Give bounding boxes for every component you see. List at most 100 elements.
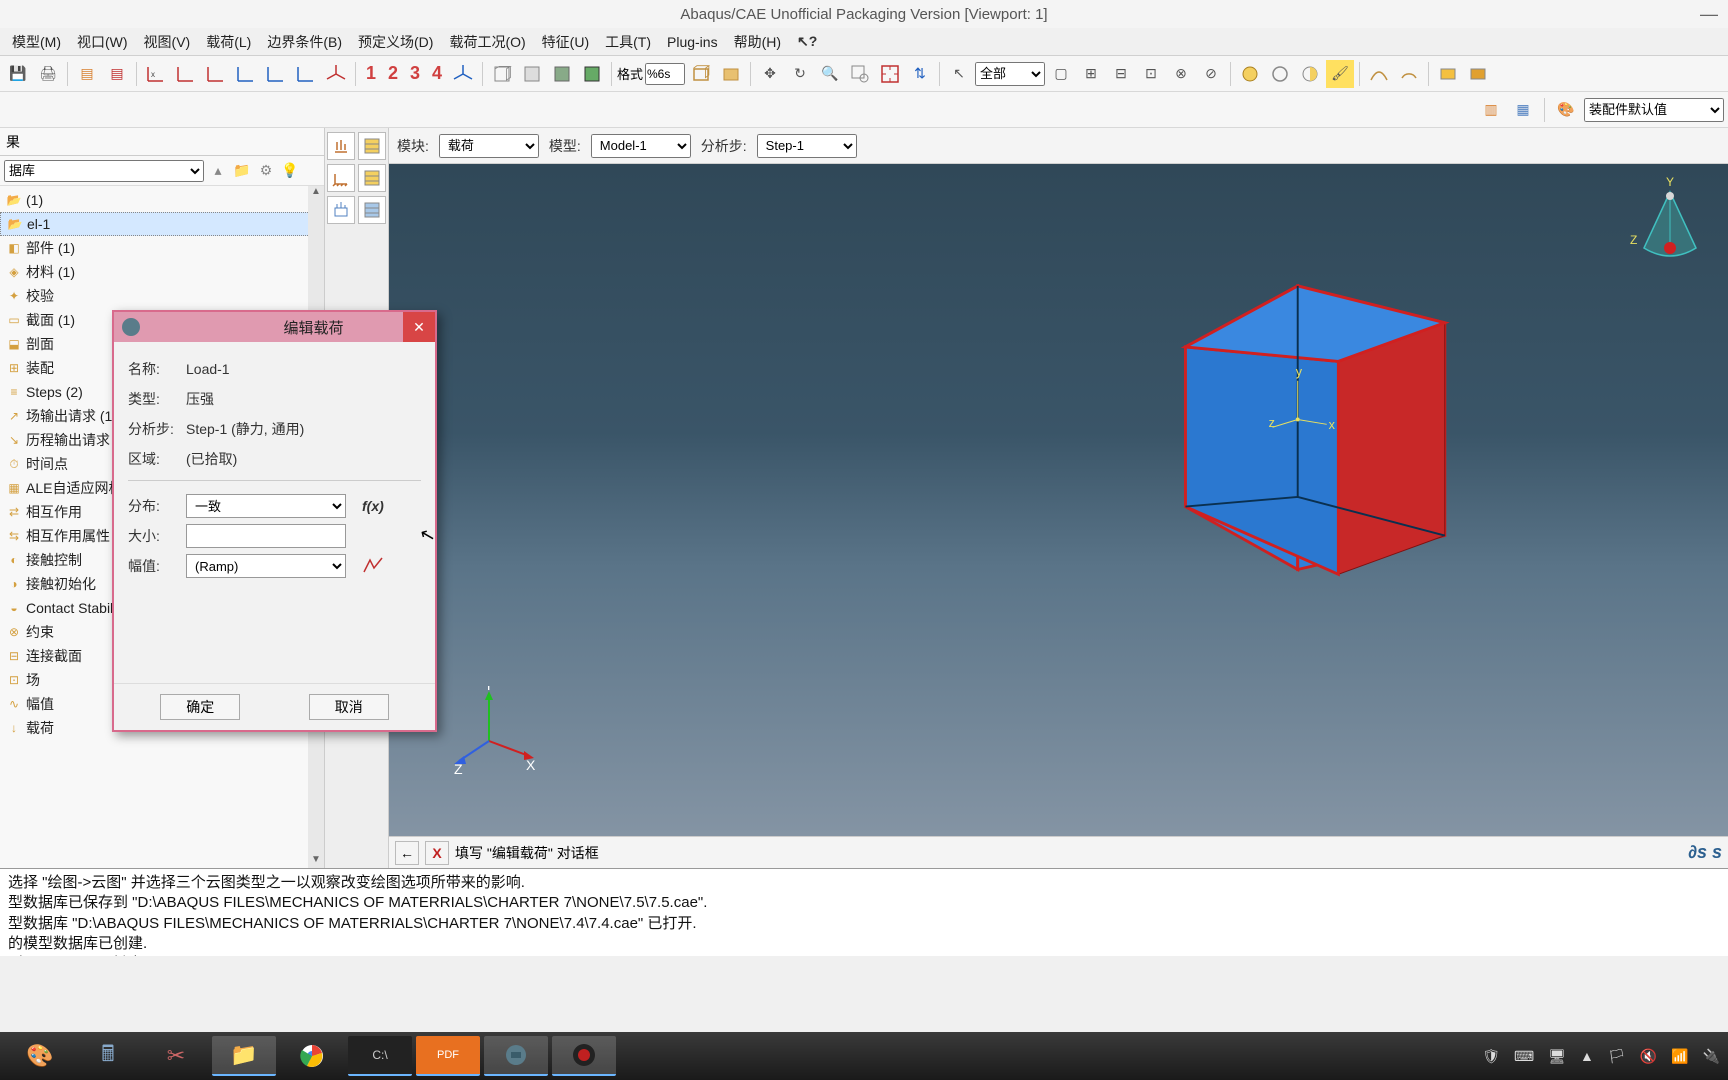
menu-loadcase[interactable]: 载荷工况(O) [441, 32, 533, 52]
shaded-icon[interactable] [548, 60, 576, 88]
dg-either-icon[interactable]: ⊘ [1197, 60, 1225, 88]
csys-3d-blue-icon[interactable] [449, 60, 477, 88]
menu-plugins[interactable]: Plug-ins [659, 34, 726, 50]
dialog-title-bar[interactable]: 编辑载荷 ✕ [114, 312, 435, 342]
minimize-icon[interactable]: — [1700, 4, 1718, 25]
tray-flag-icon[interactable]: 🏳 [1608, 1048, 1626, 1065]
dg-add-icon[interactable]: ⊞ [1077, 60, 1105, 88]
box-icon[interactable] [687, 60, 715, 88]
module-select[interactable]: 载荷 [439, 134, 539, 158]
view-select[interactable]: 全部 [975, 62, 1045, 86]
viewport[interactable]: y x z Y X Z Y Z [389, 164, 1728, 836]
vt-manager-icon[interactable] [358, 132, 386, 160]
prompt-cancel-icon[interactable]: X [425, 841, 449, 865]
color-combo[interactable]: 装配件默认值 [1584, 98, 1724, 122]
table-icon[interactable]: ▦ [1509, 96, 1537, 124]
cancel-button[interactable]: 取消 [309, 694, 389, 720]
folder-icon[interactable]: 📁 [232, 161, 252, 181]
rect-b-icon[interactable] [1464, 60, 1492, 88]
taskbar-record-icon[interactable] [552, 1036, 616, 1076]
shaded-edge-icon[interactable] [578, 60, 606, 88]
format-input[interactable] [645, 63, 685, 85]
pan-icon[interactable]: ✥ [756, 60, 784, 88]
view-3-button[interactable]: 3 [405, 63, 425, 84]
box-solid-icon[interactable] [717, 60, 745, 88]
prompt-back-icon[interactable]: ← [395, 841, 419, 865]
arc-icon[interactable] [1395, 60, 1423, 88]
csys-yz-icon[interactable] [202, 60, 230, 88]
menu-viewport[interactable]: 视口(W) [69, 32, 136, 52]
csys-xz2-icon[interactable] [262, 60, 290, 88]
layers-icon[interactable]: ▥ [1477, 96, 1505, 124]
resize-icon[interactable]: ⇅ [906, 60, 934, 88]
system-tray[interactable]: 🛡 ⌨ 🖥 ▲ 🏳 🔇 📶 🔌 [1482, 1048, 1720, 1065]
taskbar-pdf-icon[interactable]: PDF [416, 1036, 480, 1076]
display-group-icon[interactable]: ▢ [1047, 60, 1075, 88]
dg-intersect-icon[interactable]: ⊗ [1167, 60, 1195, 88]
step-select[interactable]: Step-1 [757, 134, 857, 158]
view-compass[interactable]: Y Z [1630, 176, 1710, 286]
rotate-icon[interactable]: ↻ [786, 60, 814, 88]
menu-model[interactable]: 模型(M) [4, 32, 69, 52]
tray-shield-icon[interactable]: 🛡 [1482, 1048, 1500, 1065]
palette-icon[interactable]: 🎨 [1552, 96, 1580, 124]
brush-icon[interactable]: 🖌 [1326, 60, 1354, 88]
rect-a-icon[interactable] [1434, 60, 1462, 88]
menu-predefined[interactable]: 预定义场(D) [350, 32, 441, 52]
bulb-icon[interactable]: 💡 [280, 161, 300, 181]
circle-yellow-icon[interactable] [1236, 60, 1264, 88]
taskbar-abaqus-icon[interactable] [484, 1036, 548, 1076]
save-icon[interactable]: 💾 [4, 60, 32, 88]
taskbar-explorer-icon[interactable]: 📁 [212, 1036, 276, 1076]
hidden-icon[interactable] [518, 60, 546, 88]
tray-keyboard-icon[interactable]: ⌨ [1514, 1048, 1534, 1065]
tree-up-icon[interactable]: ▴ [208, 161, 228, 181]
fx-button[interactable]: f(x) [362, 498, 384, 514]
dg-replace-icon[interactable]: ⊡ [1137, 60, 1165, 88]
vt-bc-icon[interactable] [327, 164, 355, 192]
tray-network-icon[interactable]: 📶 [1671, 1048, 1688, 1065]
menu-tools[interactable]: 工具(T) [597, 32, 659, 52]
ok-button[interactable]: 确定 [160, 694, 240, 720]
menu-view[interactable]: 视图(V) [136, 32, 199, 52]
menu-bc[interactable]: 边界条件(B) [259, 32, 350, 52]
csys-xz-icon[interactable] [172, 60, 200, 88]
view-2-button[interactable]: 2 [383, 63, 403, 84]
taskbar-paint-icon[interactable]: 🎨 [8, 1036, 72, 1076]
tray-battery-icon[interactable]: 🔌 [1703, 1048, 1720, 1065]
tray-up-icon[interactable]: ▲ [1580, 1048, 1594, 1064]
vt-predef-manager-icon[interactable] [358, 196, 386, 224]
menu-feature[interactable]: 特征(U) [534, 32, 597, 52]
amplitude-select[interactable]: (Ramp) [186, 554, 346, 578]
taskbar-calc-icon[interactable]: 🖩 [76, 1036, 140, 1076]
tree-filter-icon[interactable]: ⚙ [256, 161, 276, 181]
vt-bc-manager-icon[interactable] [358, 164, 386, 192]
print-icon[interactable]: 🖨 [34, 60, 62, 88]
csys-yz2-icon[interactable] [292, 60, 320, 88]
menu-load[interactable]: 载荷(L) [198, 32, 259, 52]
vt-predef-icon[interactable] [327, 196, 355, 224]
csys-xy-icon[interactable]: x [142, 60, 170, 88]
csys-xy2-icon[interactable] [232, 60, 260, 88]
taskbar-snip-icon[interactable]: ✂ [144, 1036, 208, 1076]
tray-audio-icon[interactable]: 🔇 [1640, 1048, 1657, 1065]
curve-icon[interactable] [1365, 60, 1393, 88]
view-1-button[interactable]: 1 [361, 63, 381, 84]
tree-tab[interactable]: 果 [0, 128, 324, 156]
dialog-close-button[interactable]: ✕ [403, 312, 435, 342]
taskbar-chrome-icon[interactable] [280, 1036, 344, 1076]
zoom-icon[interactable]: 🔍 [816, 60, 844, 88]
wireframe-icon[interactable] [488, 60, 516, 88]
tray-monitor-icon[interactable]: 🖥 [1548, 1048, 1566, 1065]
menu-help[interactable]: 帮助(H) [726, 32, 789, 52]
select-icon[interactable]: ↖ [945, 60, 973, 88]
vt-load-icon[interactable] [327, 132, 355, 160]
model-select[interactable]: Model-1 [591, 134, 691, 158]
amplitude-plot-icon[interactable] [362, 556, 386, 576]
distribution-select[interactable]: 一致 [186, 494, 346, 518]
whats-this-icon[interactable]: ↖? [797, 33, 817, 50]
circle-outline-icon[interactable] [1266, 60, 1294, 88]
view-4-button[interactable]: 4 [427, 63, 447, 84]
fit-icon[interactable] [876, 60, 904, 88]
stack-orange-icon[interactable]: ▤ [73, 60, 101, 88]
